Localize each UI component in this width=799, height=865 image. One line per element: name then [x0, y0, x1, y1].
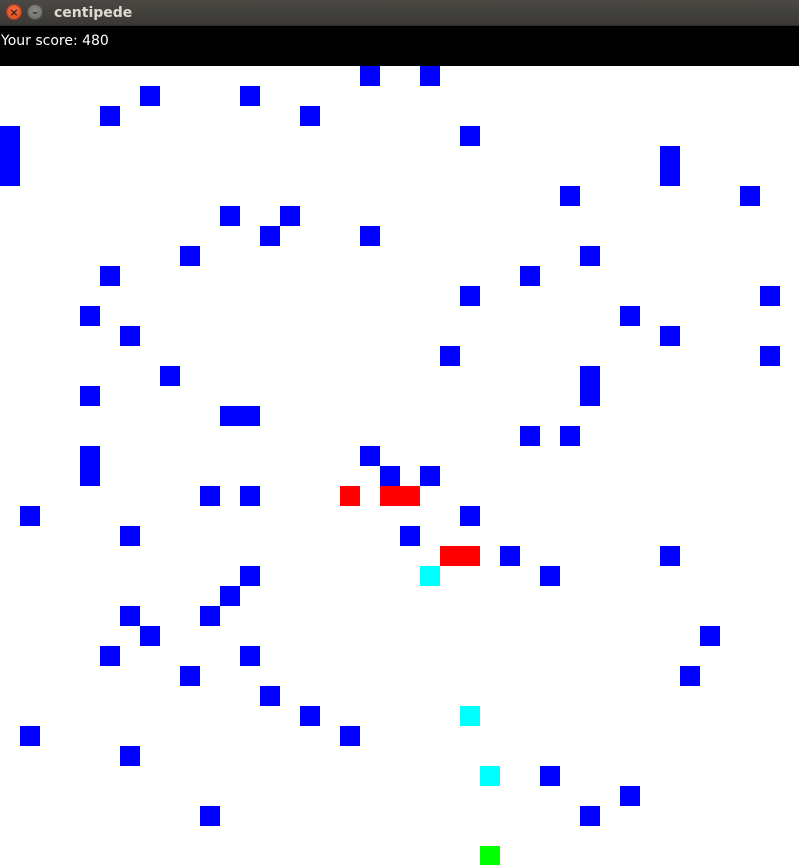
- mushroom: [260, 226, 280, 246]
- mushroom: [80, 466, 100, 486]
- centipede-segment: [380, 486, 400, 506]
- mushroom: [80, 386, 100, 406]
- mushroom: [300, 706, 320, 726]
- mushroom: [240, 86, 260, 106]
- mushroom: [180, 666, 200, 686]
- mushroom: [20, 506, 40, 526]
- mushroom: [120, 526, 140, 546]
- centipede-segment: [440, 546, 460, 566]
- mushroom: [0, 146, 20, 166]
- mushroom: [260, 686, 280, 706]
- mushroom: [200, 606, 220, 626]
- mushroom: [580, 386, 600, 406]
- mushroom: [220, 586, 240, 606]
- mushroom: [400, 526, 420, 546]
- centipede-segment: [460, 546, 480, 566]
- mushroom: [240, 486, 260, 506]
- mushroom: [420, 466, 440, 486]
- mushroom: [360, 226, 380, 246]
- window-title: centipede: [54, 5, 133, 21]
- mushroom: [80, 306, 100, 326]
- mushroom: [80, 446, 100, 466]
- mushroom: [660, 146, 680, 166]
- mushroom: [140, 626, 160, 646]
- mushroom: [540, 566, 560, 586]
- score-text: Your score: 480: [1, 33, 109, 49]
- mushroom: [120, 606, 140, 626]
- mushroom: [140, 86, 160, 106]
- centipede-segment: [340, 486, 360, 506]
- mushroom: [0, 126, 20, 146]
- close-icon: ×: [9, 5, 19, 19]
- mushroom: [700, 626, 720, 646]
- mushroom: [280, 206, 300, 226]
- spider: [480, 766, 500, 786]
- mushroom: [460, 126, 480, 146]
- centipede-segment: [400, 486, 420, 506]
- mushroom: [660, 166, 680, 186]
- spider: [460, 706, 480, 726]
- mushroom: [620, 786, 640, 806]
- mushroom: [160, 366, 180, 386]
- mushroom: [580, 806, 600, 826]
- mushroom: [760, 346, 780, 366]
- mushroom: [660, 546, 680, 566]
- mushroom: [340, 726, 360, 746]
- mushroom: [240, 406, 260, 426]
- mushroom: [200, 806, 220, 826]
- mushroom: [460, 506, 480, 526]
- mushroom: [200, 486, 220, 506]
- play-field[interactable]: [0, 66, 799, 865]
- mushroom: [680, 666, 700, 686]
- mushroom: [220, 206, 240, 226]
- mushroom: [100, 646, 120, 666]
- mushroom: [540, 766, 560, 786]
- mushroom: [520, 426, 540, 446]
- mushroom: [20, 726, 40, 746]
- mushroom: [220, 406, 240, 426]
- mushroom: [760, 286, 780, 306]
- mushroom: [580, 246, 600, 266]
- mushroom: [420, 66, 440, 86]
- mushroom: [100, 106, 120, 126]
- mushroom: [360, 446, 380, 466]
- mushroom: [100, 266, 120, 286]
- score-bar: Your score: 480: [0, 26, 799, 66]
- spider: [420, 566, 440, 586]
- mushroom: [240, 646, 260, 666]
- mushroom: [180, 246, 200, 266]
- mushroom: [560, 186, 580, 206]
- close-button[interactable]: ×: [6, 4, 22, 20]
- mushroom: [380, 466, 400, 486]
- mushroom: [580, 366, 600, 386]
- mushroom: [660, 326, 680, 346]
- mushroom: [740, 186, 760, 206]
- player-ship: [480, 846, 500, 865]
- minimize-button[interactable]: –: [27, 4, 43, 20]
- minimize-icon: –: [32, 5, 38, 19]
- mushroom: [460, 286, 480, 306]
- mushroom: [300, 106, 320, 126]
- mushroom: [440, 346, 460, 366]
- mushroom: [0, 166, 20, 186]
- mushroom: [120, 746, 140, 766]
- mushroom: [620, 306, 640, 326]
- mushroom: [500, 546, 520, 566]
- title-bar[interactable]: × – centipede: [0, 0, 799, 26]
- game-window: × – centipede Your score: 480: [0, 0, 799, 865]
- mushroom: [240, 566, 260, 586]
- mushroom: [120, 326, 140, 346]
- mushroom: [360, 66, 380, 86]
- mushroom: [560, 426, 580, 446]
- mushroom: [520, 266, 540, 286]
